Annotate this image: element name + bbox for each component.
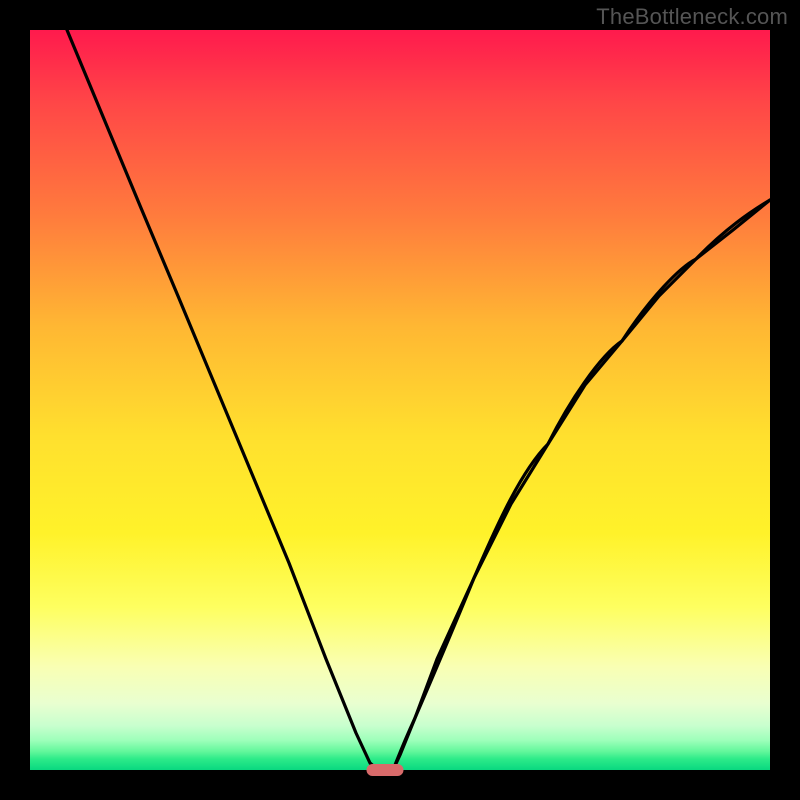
- watermark-text: TheBottleneck.com: [596, 4, 788, 30]
- curve-right-branch-smooth: [393, 200, 770, 770]
- bottleneck-curve: [30, 30, 770, 770]
- plot-area: [30, 30, 770, 770]
- curve-left-branch: [67, 30, 378, 770]
- optimum-marker: [367, 764, 404, 776]
- chart-frame: TheBottleneck.com: [0, 0, 800, 800]
- curve-right-branch: [393, 200, 770, 770]
